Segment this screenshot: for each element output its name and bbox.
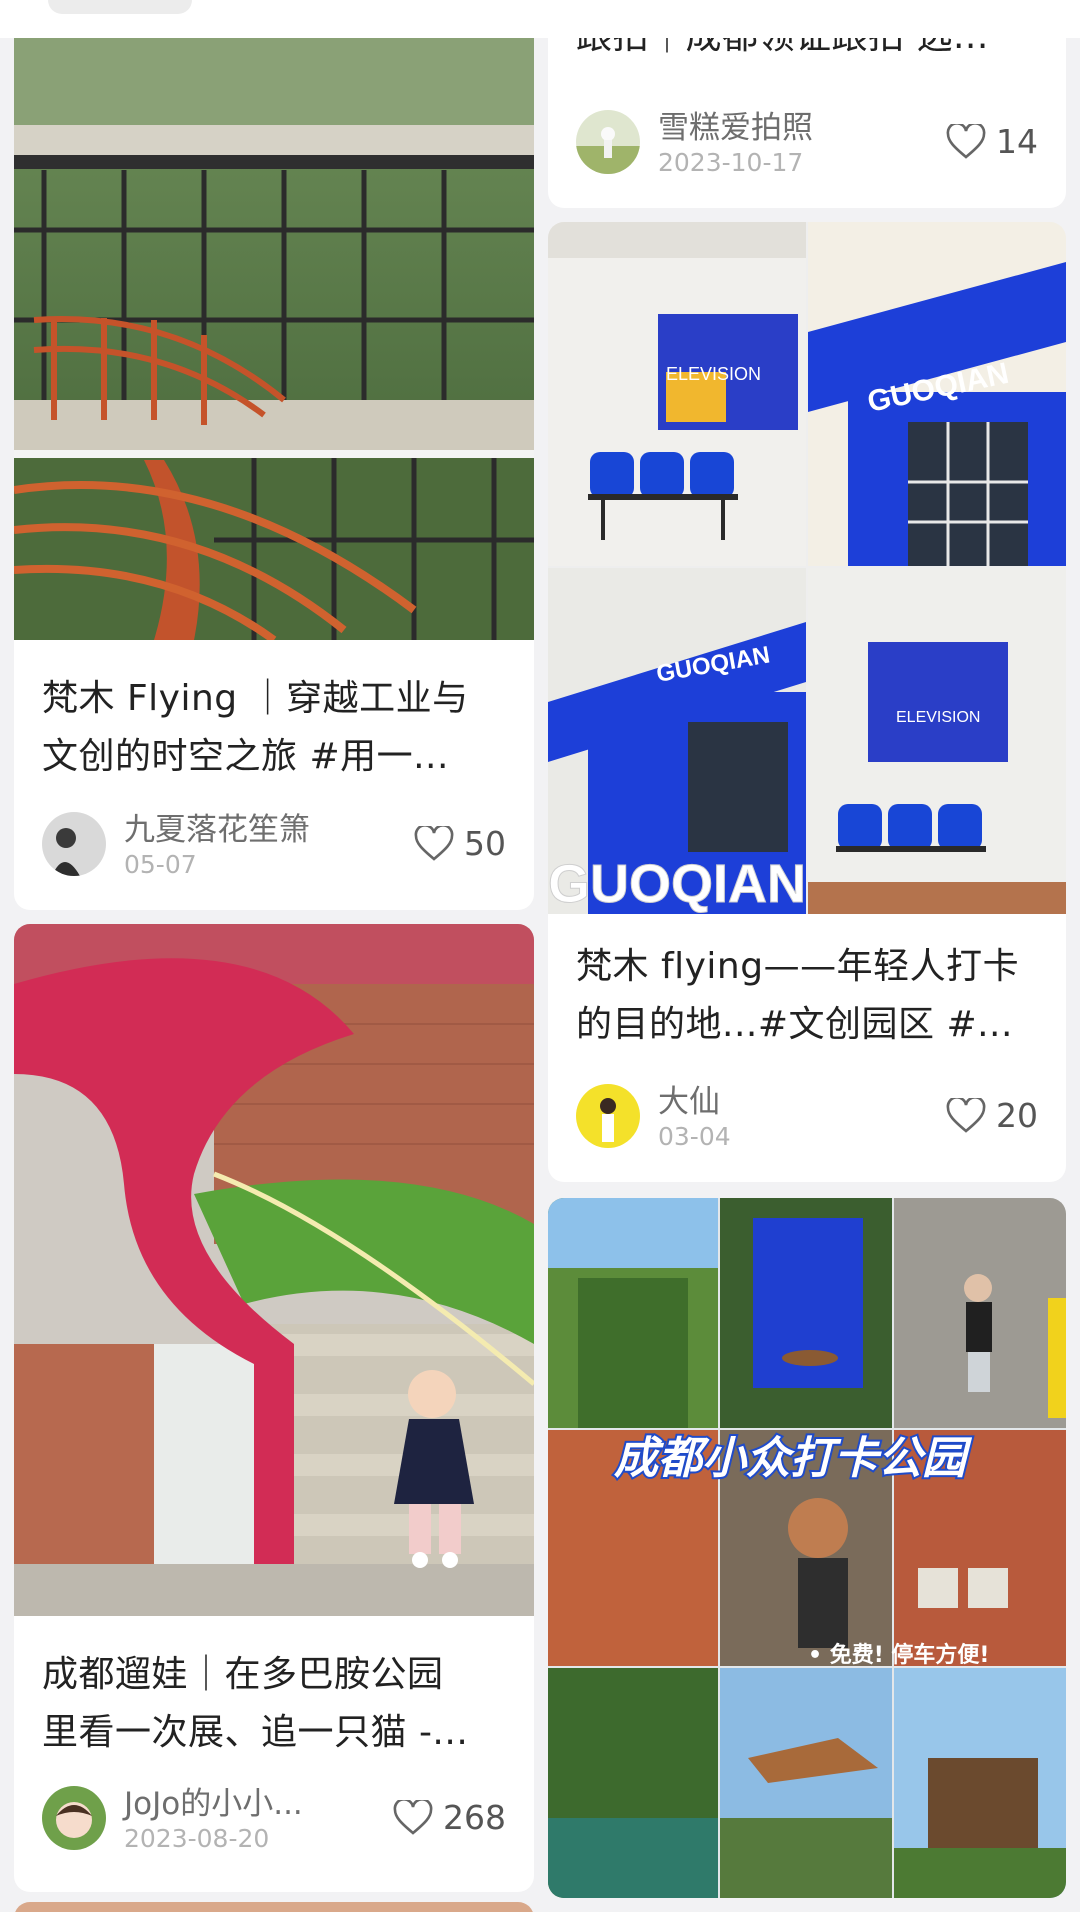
author-name[interactable]: 九夏落花笙箫 bbox=[124, 804, 310, 849]
like-button[interactable]: 20 bbox=[946, 1096, 1038, 1135]
card-title[interactable]: 梵木 flying——年轻人打卡 的目的地...#文创园区 #... bbox=[576, 938, 1046, 1054]
heart-icon bbox=[393, 1799, 433, 1835]
card-image[interactable]: ELEVISION GUOQIAN GUOQIAN GUOQIAN ELEVIS… bbox=[548, 222, 1066, 914]
card-image[interactable] bbox=[14, 924, 534, 1616]
heart-icon bbox=[946, 1097, 986, 1133]
like-count: 14 bbox=[996, 122, 1038, 161]
feed-card[interactable]: 成都小众打卡公园 • 免费! 停车方便! bbox=[548, 1198, 1066, 1898]
author-name[interactable]: JoJo的小小... bbox=[124, 1778, 303, 1823]
card-title-line: 梵木 Flying ｜穿越工业与 bbox=[42, 678, 469, 719]
card-title[interactable]: 成都遛娃｜在多巴胺公园 里看一次展、追一只猫 -... bbox=[42, 1646, 514, 1762]
post-date: 03-04 bbox=[658, 1122, 731, 1151]
like-button[interactable]: 50 bbox=[414, 824, 506, 863]
card-image[interactable] bbox=[14, 20, 534, 640]
like-button[interactable]: 14 bbox=[946, 122, 1038, 161]
banner-text: 成都小众打卡公园 bbox=[614, 1433, 973, 1484]
feed-page: 梵木 Flying ｜穿越工业与 文创的时空之旅 #用一... 九夏落花笙箫 0… bbox=[0, 0, 1080, 1912]
sign-text: ELEVISION bbox=[896, 709, 980, 726]
feed-card[interactable]: 梵木 Flying ｜穿越工业与 文创的时空之旅 #用一... 九夏落花笙箫 0… bbox=[14, 20, 534, 910]
like-count: 50 bbox=[464, 824, 506, 863]
card-title-line: 梵木 flying——年轻人打卡 bbox=[576, 946, 1020, 987]
card-title-line: 成都遛娃｜在多巴胺公园 bbox=[42, 1654, 444, 1695]
like-count: 20 bbox=[996, 1096, 1038, 1135]
author-name[interactable]: 雪糕爱拍照 bbox=[658, 102, 813, 147]
top-bar bbox=[0, 0, 1080, 38]
avatar[interactable] bbox=[576, 110, 640, 174]
avatar[interactable] bbox=[42, 1786, 106, 1850]
banner-subtext: • 免费! 停车方便! bbox=[808, 1642, 989, 1668]
author-name[interactable]: 大仙 bbox=[658, 1076, 720, 1121]
like-button[interactable]: 268 bbox=[393, 1798, 506, 1837]
avatar[interactable] bbox=[576, 1084, 640, 1148]
sign-text: ELEVISION bbox=[666, 364, 761, 384]
heart-icon bbox=[946, 123, 986, 159]
feed-card[interactable]: ELEVISION GUOQIAN GUOQIAN GUOQIAN ELEVIS… bbox=[548, 222, 1066, 1182]
post-date: 2023-08-20 bbox=[124, 1824, 270, 1853]
sign-text: GUOQIAN bbox=[548, 854, 806, 914]
card-title[interactable]: 梵木 Flying ｜穿越工业与 文创的时空之旅 #用一... bbox=[42, 670, 514, 786]
heart-icon bbox=[414, 825, 454, 861]
card-title-line: 的目的地...#文创园区 #... bbox=[576, 1004, 1013, 1045]
search-pill[interactable] bbox=[48, 0, 192, 14]
post-date: 05-07 bbox=[124, 850, 197, 879]
feed-card[interactable]: 成都遛娃｜在多巴胺公园 里看一次展、追一只猫 -... JoJo的小小... 2… bbox=[14, 924, 534, 1892]
feed-card-peek[interactable] bbox=[14, 1902, 534, 1912]
post-date: 2023-10-17 bbox=[658, 148, 804, 177]
card-image[interactable]: 成都小众打卡公园 • 免费! 停车方便! bbox=[548, 1198, 1066, 1898]
avatar[interactable] bbox=[42, 812, 106, 876]
like-count: 268 bbox=[443, 1798, 506, 1837]
card-title-line: 里看一次展、追一只猫 -... bbox=[42, 1712, 469, 1753]
card-title-line: 文创的时空之旅 #用一... bbox=[42, 736, 449, 777]
